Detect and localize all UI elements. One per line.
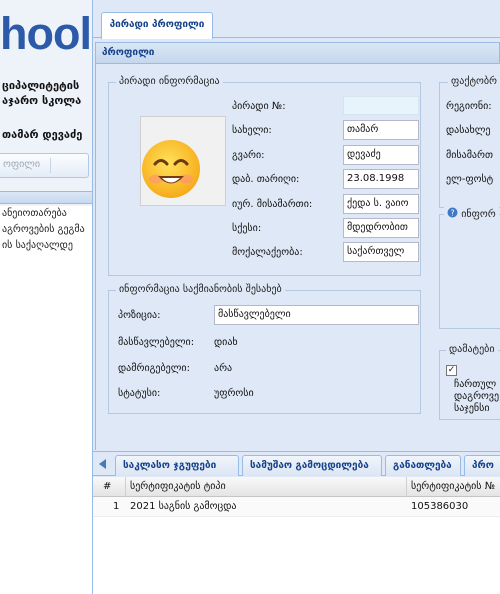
first-name-input[interactable]: თამარ: [343, 120, 419, 140]
birth-date-input[interactable]: 23.08.1998: [343, 169, 419, 189]
row-number: 1: [113, 501, 120, 512]
tab-personal-profile[interactable]: პირადი პროფილი: [101, 12, 213, 39]
tab-work-experience[interactable]: სამუშაო გამოცდილება: [242, 455, 382, 476]
cert-number-cell: 105386030: [411, 501, 469, 512]
field-label-class-tutor: დამრიგებელი:: [118, 363, 190, 374]
button-divider: [50, 158, 51, 173]
legal-address-input[interactable]: ქედა ს. ვაიო: [343, 194, 419, 214]
personal-id-input[interactable]: [343, 96, 419, 115]
profile-photo: [140, 116, 226, 206]
field-label-first-name: სახელი:: [232, 125, 272, 136]
info-legend-text: ინფორ: [461, 209, 496, 220]
employment-info-fieldset: ინფორმაცია საქმიანობის შესახებ პოზიცია: …: [108, 284, 421, 414]
last-name-input[interactable]: დევაძე: [343, 145, 419, 165]
profile-button[interactable]: ოფილი: [0, 153, 89, 178]
field-label-personal-id: პირადი №:: [232, 101, 286, 112]
field-label-address: მისამართ: [446, 150, 493, 161]
field-label-region: რეგიონი:: [446, 101, 492, 112]
app-logo: hool: [0, 8, 92, 59]
additional-text-line2: დაგროვე: [454, 391, 500, 402]
field-label-citizenship: მოქალაქეობა:: [232, 247, 303, 258]
tab-class-groups[interactable]: საკლასო ჯგუფები: [115, 455, 239, 476]
nav-item-grades[interactable]: ანეიოთარება: [0, 206, 92, 222]
info-legend: ? ინფორ: [444, 207, 499, 220]
certificates-grid: 1 2021 საგნის გამოცდა 105386030: [93, 497, 500, 594]
additional-checkbox[interactable]: ✓: [446, 365, 457, 376]
additional-fieldset: დამატები ✓ ჩართულ დაგროვე საჯენსი: [439, 344, 500, 420]
scroll-left-icon[interactable]: [99, 459, 106, 469]
profile-button-label: ოფილი: [3, 159, 41, 170]
field-label-email: ელ-ფოსტ: [446, 174, 494, 185]
main-area: პირადი პროფილი პროფილი პირადი ინფორმაცია: [93, 0, 500, 594]
profile-panel: პირადი ინფორმაცია პირადი №: სახელი: თამა…: [95, 64, 500, 450]
gender-input[interactable]: მდედრობით: [343, 218, 419, 238]
field-label-settlement: დასახლე: [446, 125, 491, 136]
field-label-position: პოზიცია:: [118, 310, 161, 321]
panel-title: პროფილი: [95, 42, 500, 64]
school-name-line2: აჯარო სკოლა: [2, 94, 82, 107]
actual-address-legend: ფაქტობრ: [448, 76, 500, 87]
field-label-gender: სქესი:: [232, 223, 262, 234]
field-label-teacher: მასწავლებელი:: [118, 337, 195, 348]
school-name: ციპალიტეტის აჯარო სკოლა: [2, 78, 81, 108]
additional-text-line1: ჩართულ: [454, 379, 497, 390]
tab-bar: პირადი პროფილი: [93, 0, 500, 39]
field-label-legal-address: იურ. მისამართი:: [232, 199, 313, 210]
cert-type-cell: 2021 საგნის გამოცდა: [130, 501, 237, 512]
position-input[interactable]: მასწავლებელი: [214, 305, 419, 325]
column-header-cert-type[interactable]: სერტიფიკატის ტიპი: [126, 477, 407, 497]
sidebar: hool ციპალიტეტის აჯარო სკოლა თამარ დევაძ…: [0, 0, 93, 594]
smiling-face-icon: [142, 140, 200, 198]
personal-info-legend: პირადი ინფორმაცია: [116, 76, 223, 87]
field-label-birth-date: დაბ. თარიღი:: [232, 174, 300, 185]
nav-list: ანეიოთარება აგროვების გეგმა ის საქაღალდე: [0, 206, 92, 594]
teacher-value: დიახ: [214, 337, 238, 348]
additional-text-line3: საჯენსი: [454, 403, 490, 414]
nav-item-portfolio[interactable]: ის საქაღალდე: [0, 238, 92, 254]
personal-info-fieldset: პირადი ინფორმაცია პირადი №: სახელი: თამა…: [108, 76, 421, 276]
actual-address-fieldset: ფაქტობრ რეგიონი: დასახლე მისამართ ელ-ფოს…: [439, 76, 500, 208]
field-label-status: სტატუსი:: [118, 388, 161, 399]
info-fieldset: ? ინფორ: [439, 207, 500, 329]
column-header-cert-number[interactable]: სერტიფიკატის №: [407, 477, 500, 497]
help-icon: ?: [447, 207, 458, 218]
class-tutor-value: არა: [214, 363, 233, 374]
tab-education[interactable]: განათლება: [385, 455, 461, 476]
citizenship-input[interactable]: საქართველ: [343, 242, 419, 262]
nav-item-plan[interactable]: აგროვების გეგმა: [0, 222, 92, 238]
grid-tab-bar: საკლასო ჯგუფები სამუშაო გამოცდილება განა…: [93, 451, 500, 476]
employment-info-legend: ინფორმაცია საქმიანობის შესახებ: [116, 284, 285, 295]
column-header-number[interactable]: #: [93, 477, 126, 497]
grid-header: # სერტიფიკატის ტიპი სერტიფიკატის №: [93, 477, 500, 497]
svg-text:?: ?: [450, 209, 454, 218]
additional-legend: დამატები: [446, 344, 498, 355]
table-row[interactable]: 1 2021 საგნის გამოცდა 105386030: [93, 497, 500, 517]
field-label-last-name: გვარი:: [232, 150, 265, 161]
school-name-line1: ციპალიტეტის: [2, 79, 80, 92]
nav-header: [0, 191, 92, 204]
status-value: უფროსი: [214, 388, 254, 399]
user-name: თამარ დევაძე: [2, 128, 83, 141]
tab-professional[interactable]: პრო: [464, 455, 500, 476]
